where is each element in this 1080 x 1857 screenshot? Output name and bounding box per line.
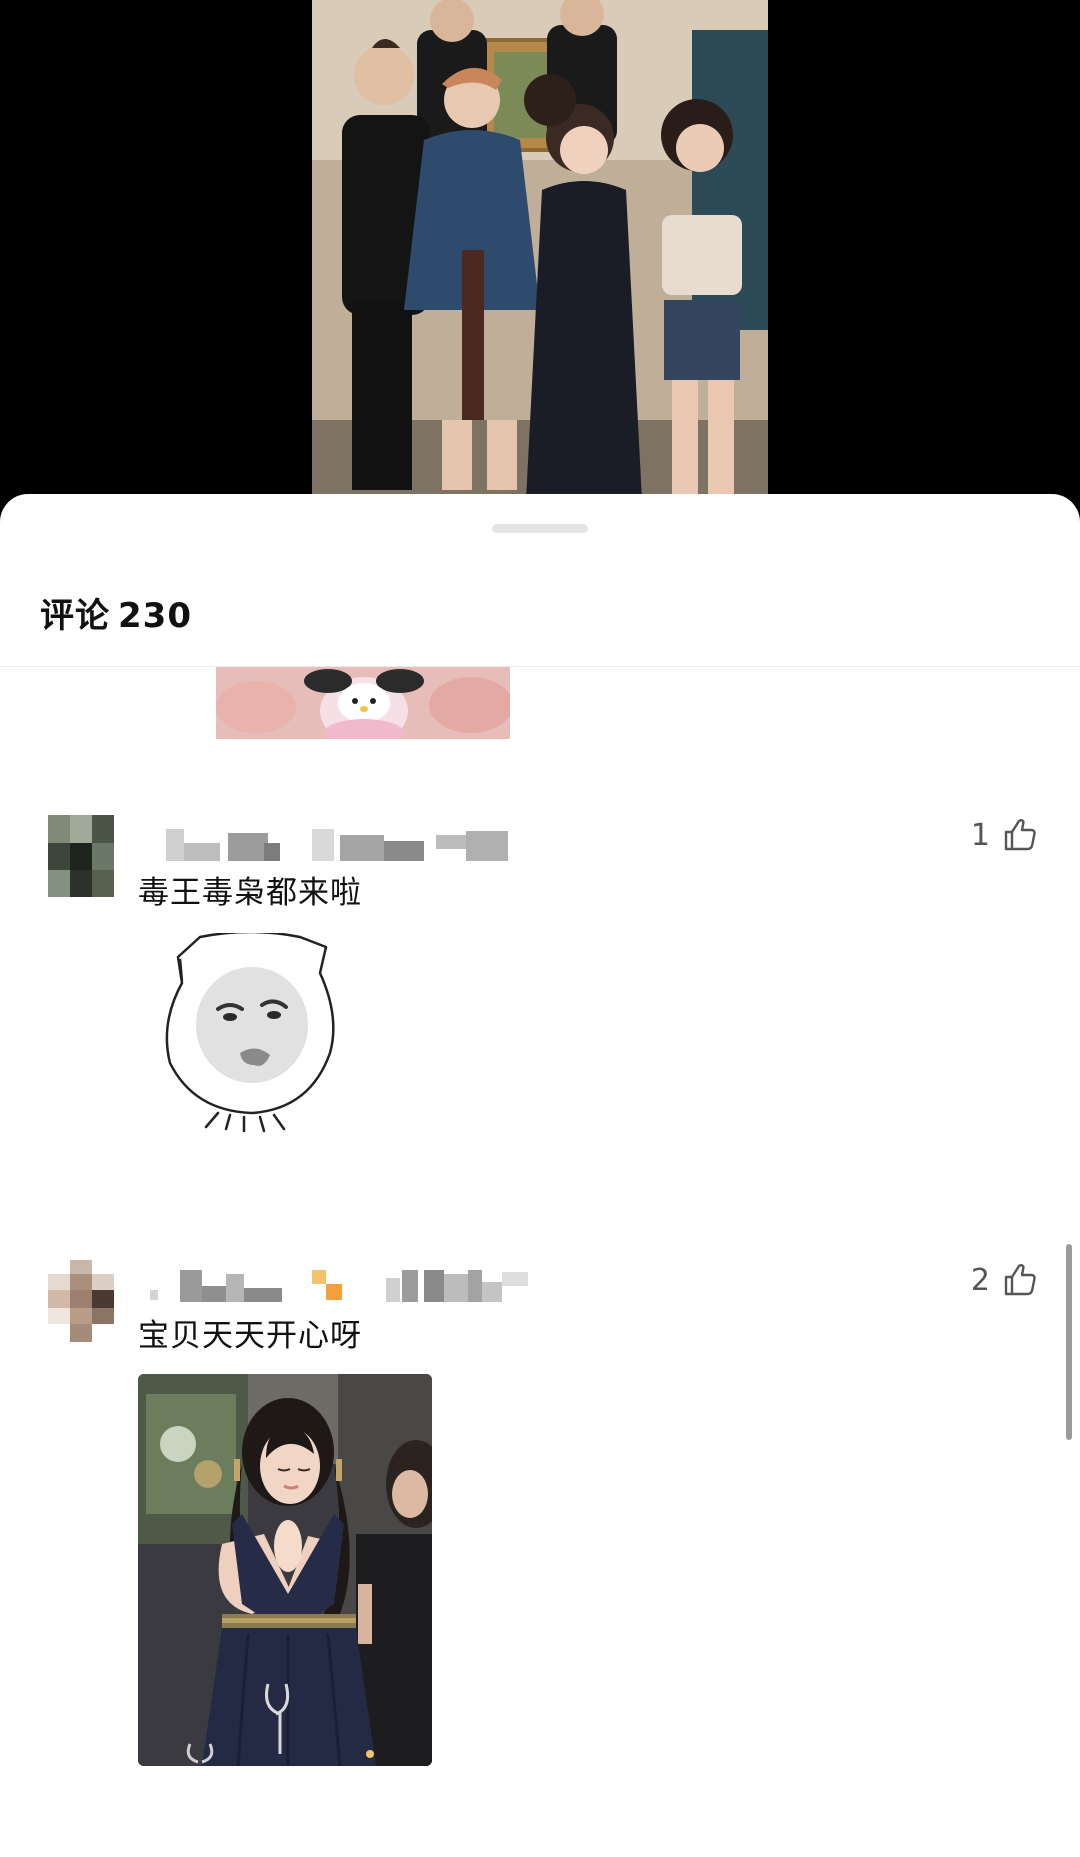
comment-text: 宝贝天天开心呀: [138, 1318, 362, 1354]
previous-comment-image[interactable]: [216, 667, 510, 739]
username-redacted[interactable]: [140, 829, 600, 869]
scrollbar[interactable]: [1066, 1244, 1072, 1440]
thumb-up-icon: [1002, 1262, 1038, 1298]
thumb-up-icon: [1002, 817, 1038, 853]
comment-item: 2 宝贝天天开心呀: [0, 1260, 1080, 1857]
avatar-image: [48, 815, 114, 897]
avatar-image: [48, 1260, 114, 1342]
video-player[interactable]: [0, 0, 1080, 500]
plush-toy-image: [216, 667, 510, 739]
comments-header: 评论 230: [0, 554, 1080, 667]
username-redacted[interactable]: [140, 1270, 600, 1310]
video-frame[interactable]: [312, 0, 768, 500]
comments-list[interactable]: 1 毒王毒枭都来啦 2 宝贝天天开心呀: [0, 667, 1080, 1857]
app-screen: 评论 230 1 毒王毒枭都来啦 2 宝贝天天开心呀: [0, 0, 1080, 1857]
video-still: [312, 0, 768, 500]
drag-handle[interactable]: [492, 524, 588, 533]
comments-title-label: 评论: [40, 596, 110, 636]
comments-title: 评论 230: [40, 588, 192, 637]
comments-count: 230: [118, 596, 192, 636]
comment-photo[interactable]: [138, 1374, 432, 1766]
comment-text: 毒王毒枭都来啦: [138, 875, 362, 911]
like-count: 1: [970, 817, 990, 853]
comment-photo-image: [138, 1374, 432, 1766]
like-button[interactable]: 1: [971, 815, 1038, 855]
comments-sheet: 评论 230 1 毒王毒枭都来啦 2 宝贝天天开心呀: [0, 494, 1080, 1857]
like-button[interactable]: 2: [971, 1260, 1038, 1300]
avatar[interactable]: [48, 1260, 114, 1342]
avatar[interactable]: [48, 815, 114, 897]
like-count: 2: [970, 1262, 990, 1298]
comment-item: 1 毒王毒枭都来啦: [0, 815, 1080, 1145]
crying-cat-sticker[interactable]: [160, 930, 340, 1133]
